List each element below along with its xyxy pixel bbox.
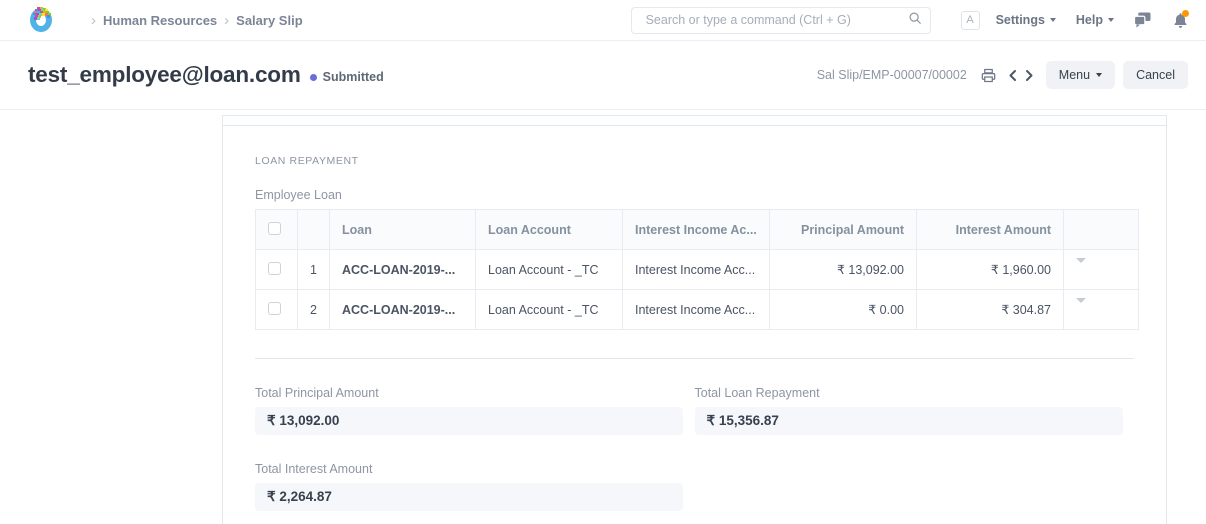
table-row[interactable]: 1ACC-LOAN-2019-...Loan Account - _TCInte… <box>256 250 1139 290</box>
totals-row-2: Total Interest Amount ₹ 2,264.87 <box>255 435 1134 511</box>
totals-spacer <box>695 435 1135 511</box>
chevron-down-icon[interactable] <box>1076 298 1086 317</box>
totals-row-1: Total Principal Amount ₹ 13,092.00 Total… <box>255 359 1134 435</box>
cell-interest-amount[interactable]: ₹ 304.87 <box>917 290 1064 330</box>
page-title: test_employee@loan.com <box>28 62 301 88</box>
employee-loan-table: Loan Loan Account Interest Income Ac... … <box>255 209 1139 330</box>
breadcrumb-separator-icon: › <box>91 13 96 28</box>
section-divider <box>223 116 1166 126</box>
total-loan-repayment-value[interactable]: ₹ 15,356.87 <box>695 407 1123 435</box>
table-row[interactable]: 2ACC-LOAN-2019-...Loan Account - _TCInte… <box>256 290 1139 330</box>
search-icon[interactable] <box>908 11 922 30</box>
search-box[interactable] <box>631 7 931 34</box>
page-canvas: LOAN REPAYMENT Employee Loan Loan Loan A… <box>0 110 1206 524</box>
cell-loan[interactable]: ACC-LOAN-2019-... <box>330 250 476 290</box>
help-label: Help <box>1076 13 1103 27</box>
section-title: LOAN REPAYMENT <box>255 126 1134 167</box>
cell-loan-account[interactable]: Loan Account - _TC <box>476 250 623 290</box>
row-checkbox[interactable] <box>268 302 281 315</box>
print-icon[interactable] <box>981 68 996 83</box>
breadcrumb: › Human Resources › Salary Slip <box>84 13 303 28</box>
breadcrumb-item-human-resources[interactable]: Human Resources <box>103 13 217 28</box>
settings-dropdown[interactable]: Settings <box>996 13 1056 27</box>
column-header-principal-amount[interactable]: Principal Amount <box>770 210 917 250</box>
cell-principal-amount[interactable]: ₹ 0.00 <box>770 290 917 330</box>
navbar-right-group: A Settings Help <box>631 7 1188 34</box>
total-principal-amount-field: Total Principal Amount ₹ 13,092.00 <box>255 359 695 435</box>
total-interest-amount-label: Total Interest Amount <box>255 462 695 476</box>
notification-badge-dot <box>1182 10 1189 17</box>
column-header-actions <box>1064 210 1139 250</box>
chat-icon[interactable] <box>1134 12 1151 28</box>
totals-section: Total Principal Amount ₹ 13,092.00 Total… <box>223 359 1166 524</box>
row-index: 2 <box>298 290 330 330</box>
cell-loan[interactable]: ACC-LOAN-2019-... <box>330 290 476 330</box>
search-input[interactable] <box>644 12 908 28</box>
row-expand-cell[interactable] <box>1064 250 1139 290</box>
cancel-button[interactable]: Cancel <box>1123 61 1188 89</box>
breadcrumb-separator-icon: › <box>224 13 229 28</box>
settings-label: Settings <box>996 13 1045 27</box>
row-checkbox-cell[interactable] <box>256 250 298 290</box>
total-principal-amount-label: Total Principal Amount <box>255 386 695 400</box>
column-header-interest-income-account[interactable]: Interest Income Ac... <box>623 210 770 250</box>
document-name: Sal Slip/EMP-00007/00002 <box>817 68 967 82</box>
row-checkbox-cell[interactable] <box>256 290 298 330</box>
cell-principal-amount[interactable]: ₹ 13,092.00 <box>770 250 917 290</box>
column-header-loan-account[interactable]: Loan Account <box>476 210 623 250</box>
cell-interest-income-account[interactable]: Interest Income Acc... <box>623 290 770 330</box>
menu-button[interactable]: Menu <box>1046 61 1115 89</box>
frappe-logo-icon[interactable] <box>28 7 54 33</box>
menu-button-label: Menu <box>1059 68 1090 82</box>
cell-loan-account[interactable]: Loan Account - _TC <box>476 290 623 330</box>
status-badge[interactable]: Submitted <box>310 70 384 84</box>
status-dot-icon <box>310 74 317 81</box>
total-principal-amount-value[interactable]: ₹ 13,092.00 <box>255 407 683 435</box>
chevron-down-icon <box>1050 18 1056 22</box>
form-card: LOAN REPAYMENT Employee Loan Loan Loan A… <box>222 115 1167 524</box>
total-interest-amount-field: Total Interest Amount ₹ 2,264.87 <box>255 435 695 511</box>
row-expand-cell[interactable] <box>1064 290 1139 330</box>
next-document-icon[interactable] <box>1022 68 1036 83</box>
loan-repayment-section: LOAN REPAYMENT Employee Loan Loan Loan A… <box>223 126 1166 359</box>
chevron-down-icon <box>1108 18 1114 22</box>
table-header-row: Loan Loan Account Interest Income Ac... … <box>256 210 1139 250</box>
notifications-bell-icon[interactable] <box>1173 12 1188 29</box>
row-index: 1 <box>298 250 330 290</box>
logo-dots <box>28 7 54 20</box>
cell-interest-amount[interactable]: ₹ 1,960.00 <box>917 250 1064 290</box>
cell-interest-income-account[interactable]: Interest Income Acc... <box>623 250 770 290</box>
select-all-checkbox-cell[interactable] <box>256 210 298 250</box>
navbar: › Human Resources › Salary Slip A Settin… <box>0 0 1206 41</box>
index-header <box>298 210 330 250</box>
chevron-down-icon <box>1096 73 1102 77</box>
help-dropdown[interactable]: Help <box>1076 13 1114 27</box>
select-all-checkbox[interactable] <box>268 222 281 235</box>
status-label: Submitted <box>323 70 384 84</box>
page-header-actions: Sal Slip/EMP-00007/00002 Menu Cancel <box>817 61 1188 89</box>
breadcrumb-item-salary-slip[interactable]: Salary Slip <box>236 13 302 28</box>
employee-loan-label: Employee Loan <box>255 188 1134 202</box>
chevron-down-icon[interactable] <box>1076 258 1086 277</box>
column-header-loan[interactable]: Loan <box>330 210 476 250</box>
previous-document-icon[interactable] <box>1006 68 1020 83</box>
total-interest-amount-value[interactable]: ₹ 2,264.87 <box>255 483 683 511</box>
avatar[interactable]: A <box>961 11 980 30</box>
page-header: test_employee@loan.com Submitted Sal Sli… <box>0 41 1206 110</box>
column-header-interest-amount[interactable]: Interest Amount <box>917 210 1064 250</box>
row-checkbox[interactable] <box>268 262 281 275</box>
total-loan-repayment-field: Total Loan Repayment ₹ 15,356.87 <box>695 359 1135 435</box>
total-loan-repayment-label: Total Loan Repayment <box>695 386 1135 400</box>
